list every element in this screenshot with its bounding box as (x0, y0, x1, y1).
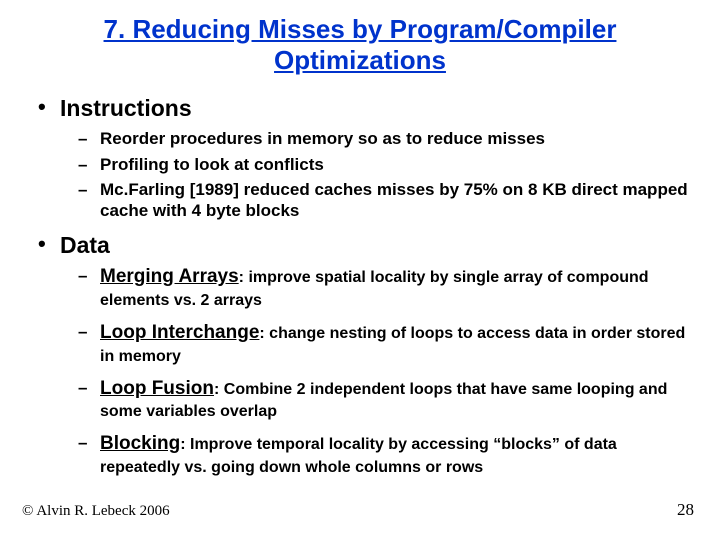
data-list: Merging Arrays: improve spatial locality… (60, 265, 690, 478)
list-item: Mc.Farling [1989] reduced caches misses … (78, 179, 690, 222)
instructions-list: Reorder procedures in memory so as to re… (60, 128, 690, 221)
section-instructions: Instructions Reorder procedures in memor… (36, 94, 690, 221)
list-item: Profiling to look at conflicts (78, 154, 690, 175)
list-item: Blocking: Improve temporal locality by a… (78, 432, 690, 478)
term: Loop Interchange (100, 322, 259, 343)
footer-page-number: 28 (677, 500, 694, 520)
list-item: Loop Interchange: change nesting of loop… (78, 321, 690, 367)
slide-body: Instructions Reorder procedures in memor… (30, 94, 690, 478)
footer-copyright: © Alvin R. Lebeck 2006 (22, 503, 170, 520)
slide: 7. Reducing Misses by Program/Compiler O… (0, 0, 720, 540)
list-item: Loop Fusion: Combine 2 independent loops… (78, 377, 690, 423)
slide-title: 7. Reducing Misses by Program/Compiler O… (80, 14, 640, 76)
list-item: Reorder procedures in memory so as to re… (78, 128, 690, 149)
top-list: Instructions Reorder procedures in memor… (30, 94, 690, 478)
section-heading: Instructions (60, 95, 192, 121)
section-heading: Data (60, 232, 110, 258)
term: Loop Fusion (100, 378, 214, 399)
term: Merging Arrays (100, 266, 239, 287)
list-item: Merging Arrays: improve spatial locality… (78, 265, 690, 311)
section-data: Data Merging Arrays: improve spatial loc… (36, 231, 690, 478)
term: Blocking (100, 433, 180, 454)
